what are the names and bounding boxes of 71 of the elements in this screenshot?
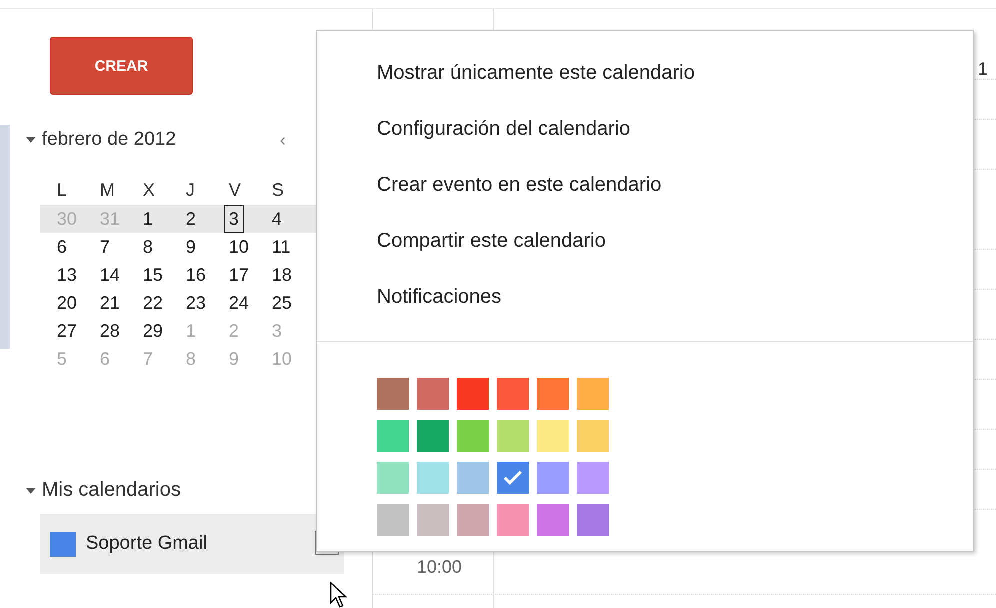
weekday-label: V (228, 180, 242, 200)
expand-arrow-icon[interactable] (26, 486, 36, 494)
weekday-label: L (56, 180, 68, 200)
calendar-day[interactable]: 16 (181, 261, 212, 289)
color-swatch[interactable] (457, 504, 489, 536)
menu-item[interactable]: Notificaciones (317, 269, 502, 325)
color-swatch[interactable] (577, 462, 609, 494)
color-swatch[interactable] (417, 462, 449, 494)
color-swatch[interactable] (377, 504, 409, 536)
calendar-day[interactable]: 9 (181, 233, 202, 261)
color-swatch[interactable] (577, 420, 609, 452)
color-swatch[interactable] (577, 504, 609, 536)
calendar-day[interactable]: 6 (52, 233, 72, 261)
menu-item[interactable]: Configuración del calendario (317, 101, 630, 157)
color-swatch[interactable] (417, 504, 449, 536)
calendar-day[interactable]: 18 (267, 261, 298, 289)
weekday-label: J (185, 180, 196, 200)
calendar-day[interactable]: 10 (224, 233, 254, 261)
calendar-day[interactable]: 28 (95, 317, 126, 345)
month-title: febrero de 2012 (42, 129, 176, 151)
color-swatch[interactable] (377, 420, 409, 452)
calendar-day[interactable]: 20 (52, 289, 82, 317)
column-header: 1 (978, 59, 988, 80)
calendar-day[interactable]: 25 (267, 289, 298, 317)
calendar-day[interactable]: 4 (267, 205, 288, 233)
weekday-label: S (271, 180, 286, 200)
weekday-label: M (99, 180, 116, 200)
calendar-day[interactable]: 2 (181, 205, 202, 233)
color-swatch[interactable] (577, 378, 609, 410)
menu-item[interactable]: Crear evento en este calendario (317, 157, 662, 213)
color-swatch[interactable] (417, 420, 449, 452)
menu-item[interactable]: Mostrar únicamente este calendario (317, 45, 695, 101)
section-title: Mis calendarios (42, 479, 181, 502)
pointer-cursor-icon (330, 582, 348, 608)
calendar-day[interactable]: 17 (224, 261, 254, 289)
create-button[interactable]: CREAR (50, 37, 193, 95)
calendar-day[interactable]: 11 (267, 233, 296, 261)
color-swatch[interactable] (417, 378, 449, 410)
weekday-label: X (142, 180, 156, 200)
calendar-day[interactable]: 14 (95, 261, 126, 289)
previous-month-button[interactable]: ‹ (280, 130, 286, 150)
expand-arrow-icon[interactable] (26, 136, 36, 144)
calendar-day[interactable]: 22 (138, 289, 168, 317)
color-swatch[interactable] (377, 378, 409, 410)
calendar-list-item[interactable]: Soporte Gmail (40, 514, 344, 574)
calendar-day[interactable]: 21 (95, 289, 126, 317)
color-swatch[interactable] (537, 420, 569, 452)
time-label: 10:00 (417, 557, 462, 578)
calendar-day[interactable]: 23 (181, 289, 212, 317)
color-swatch[interactable] (497, 504, 529, 536)
color-swatch[interactable] (497, 420, 529, 452)
calendar-day[interactable]: 1 (138, 205, 158, 233)
color-swatch[interactable] (457, 462, 489, 494)
menu-item[interactable]: Compartir este calendario (317, 213, 606, 269)
color-swatch[interactable] (537, 504, 569, 536)
color-swatch[interactable] (497, 462, 529, 494)
calendar-day[interactable]: 13 (52, 261, 82, 289)
calendar-name: Soporte Gmail (86, 533, 208, 555)
calendar-day[interactable]: 24 (224, 289, 254, 317)
calendar-day[interactable]: 15 (138, 261, 168, 289)
color-swatch[interactable] (497, 378, 529, 410)
calendar-day[interactable]: 8 (138, 233, 158, 261)
color-swatch[interactable] (457, 420, 489, 452)
calendar-day[interactable]: 7 (95, 233, 116, 261)
calendar-day[interactable]: 3 (224, 205, 244, 233)
color-swatch[interactable] (537, 378, 569, 410)
calendar-day[interactable]: 29 (138, 317, 168, 345)
calendar-day[interactable]: 27 (52, 317, 82, 345)
color-swatch[interactable] (537, 462, 569, 494)
color-swatch[interactable] (377, 462, 409, 494)
color-swatch[interactable] (457, 378, 489, 410)
